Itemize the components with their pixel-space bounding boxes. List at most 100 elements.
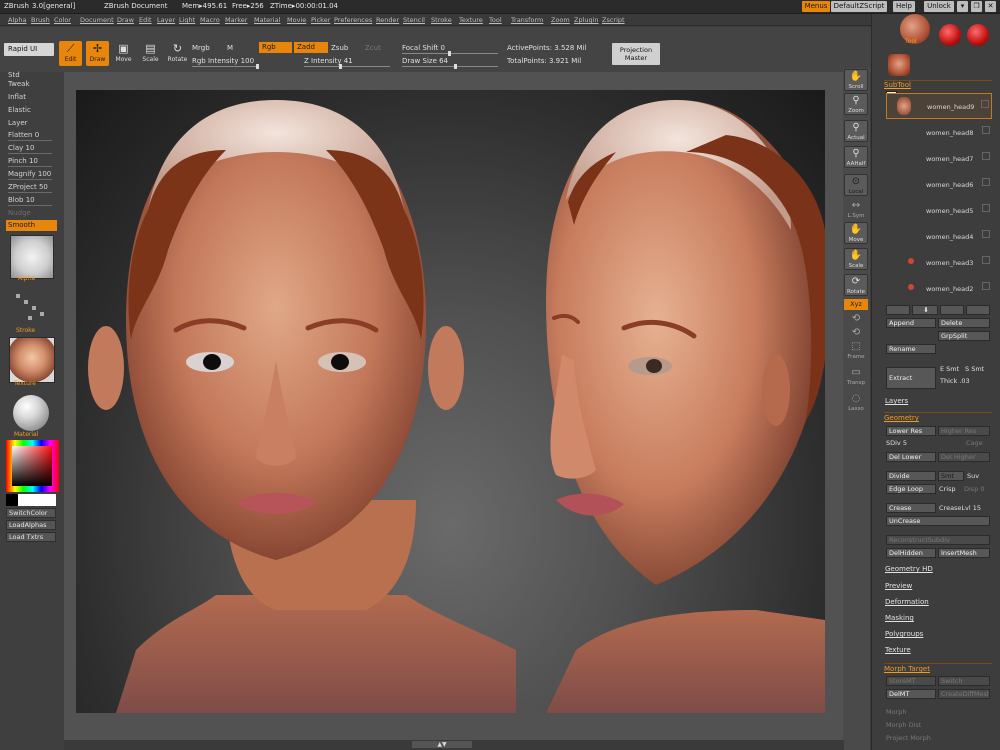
menu-render[interactable]: Render — [376, 16, 399, 24]
menu-texture[interactable]: Texture — [459, 16, 483, 24]
rename-button[interactable]: Rename — [886, 344, 936, 354]
texture-section[interactable]: Texture — [885, 646, 911, 654]
menu-material[interactable]: Material — [254, 16, 280, 24]
menu-brush[interactable]: Brush — [31, 16, 50, 24]
m-button[interactable]: M — [227, 44, 233, 52]
mrgb-button[interactable]: Mrgb — [192, 44, 210, 52]
polygroups-section[interactable]: Polygroups — [885, 630, 923, 638]
document-canvas[interactable] — [76, 90, 825, 713]
close-icon[interactable]: ✕ — [985, 1, 996, 12]
menu-alpha[interactable]: Alpha — [8, 16, 26, 24]
zcut-button[interactable]: Zcut — [365, 44, 381, 52]
menu-zscript[interactable]: Zscript — [602, 16, 625, 24]
y-rotate-icon[interactable]: ⟲ — [844, 312, 868, 326]
brush-zproject[interactable]: ZProject 50 — [8, 183, 48, 191]
texture-thumbnail[interactable] — [9, 337, 55, 383]
del-higher-button[interactable]: Del Higher — [938, 452, 990, 462]
store-mt-button[interactable]: StoreMT — [886, 676, 936, 686]
subtool-row-3[interactable]: women_head7 — [886, 146, 992, 172]
menu-marker[interactable]: Marker — [225, 16, 247, 24]
create-diff-mesh-button[interactable]: CreateDiffMesh — [938, 689, 990, 699]
eye-toggle-icon[interactable] — [981, 100, 989, 108]
layers-section[interactable]: Layers — [885, 397, 908, 405]
s-smt-toggle[interactable]: S Smt — [965, 365, 984, 373]
default-zscript-button[interactable]: DefaultZScript — [831, 1, 887, 12]
crease-level-slider[interactable]: CreaseLvl 15 — [939, 504, 981, 512]
subtool-row-8[interactable]: women_head2 — [886, 276, 992, 302]
actual-button[interactable]: ⚲ Actual — [844, 120, 868, 142]
masking-section[interactable]: Masking — [885, 614, 914, 622]
brush-magnify[interactable]: Magnify 100 — [8, 170, 51, 178]
subtool-row-5[interactable]: women_head5 — [886, 198, 992, 224]
menus-button[interactable]: Menus — [802, 1, 830, 12]
del-lower-button[interactable]: Del Lower — [886, 452, 936, 462]
preview-section[interactable]: Preview — [885, 582, 912, 590]
eye-toggle-icon[interactable] — [982, 256, 990, 264]
menu-macro[interactable]: Macro — [200, 16, 220, 24]
menu-draw[interactable]: Draw — [117, 16, 134, 24]
load-textures-button[interactable]: Load Txtrs — [6, 532, 56, 542]
secondary-color-swatch[interactable] — [18, 494, 56, 506]
shelf-move-button[interactable]: ✋ Move — [844, 222, 868, 244]
scroll-down-button[interactable]: ⬇ — [912, 305, 938, 315]
brush-pinch[interactable]: Pinch 10 — [8, 157, 38, 165]
focal-shift-knob[interactable] — [448, 51, 451, 56]
draw-size-slider[interactable]: Draw Size 64 — [402, 57, 448, 65]
menu-color[interactable]: Color — [54, 16, 71, 24]
collapse-arrows-icon[interactable]: ▲▼ — [412, 741, 472, 748]
move-button[interactable]: ▣ Move — [112, 41, 135, 66]
brush-nudge[interactable]: Nudge — [8, 209, 31, 217]
draw-size-knob[interactable] — [454, 64, 457, 69]
local-button[interactable]: ⊙ Local — [844, 174, 868, 196]
brush-clay[interactable]: Clay 10 — [8, 144, 34, 152]
menu-picker[interactable]: Picker — [311, 16, 330, 24]
menu-layer[interactable]: Layer — [157, 16, 175, 24]
color-picker-square[interactable] — [12, 446, 52, 486]
deformation-section[interactable]: Deformation — [885, 598, 929, 606]
crisp-toggle[interactable]: Crisp — [939, 485, 956, 493]
menu-edit[interactable]: Edit — [139, 16, 152, 24]
unlock-button[interactable]: Unlock — [924, 1, 954, 12]
uncrease-button[interactable]: UnCrease — [886, 516, 990, 526]
morph-slider[interactable]: Morph — [886, 708, 907, 716]
restore-icon[interactable]: ❐ — [971, 1, 982, 12]
menu-zplugin[interactable]: Zplugin — [574, 16, 599, 24]
subtool-row-7[interactable]: women_head3 — [886, 250, 992, 276]
morph-dist-slider[interactable]: Morph Dist — [886, 721, 921, 729]
aahalf-button[interactable]: ⚲ AAHalf — [844, 146, 868, 168]
cage-button[interactable]: Cage — [966, 439, 983, 447]
eye-toggle-icon[interactable] — [982, 204, 990, 212]
disp-slider[interactable]: Disp 0 — [964, 485, 985, 493]
edit-button[interactable]: ⟋ Edit — [59, 41, 82, 66]
subtool-row-6[interactable]: women_head4 — [886, 224, 992, 250]
sphere-tool-thumbnail[interactable] — [939, 24, 961, 46]
menu-tool[interactable]: Tool — [489, 16, 502, 24]
zadd-button[interactable]: Zadd — [294, 42, 328, 53]
sphere-tool-thumbnail-2[interactable] — [967, 24, 989, 46]
morph-target-section[interactable]: Morph Target — [884, 663, 992, 673]
eye-toggle-icon[interactable] — [982, 282, 990, 290]
scroll-end-button[interactable] — [966, 305, 990, 315]
eye-toggle-icon[interactable] — [982, 126, 990, 134]
menu-document[interactable]: Document — [80, 16, 114, 24]
brush-tweak[interactable]: Tweak — [8, 80, 30, 88]
e-smt-toggle[interactable]: E Smt — [940, 365, 959, 373]
stroke-dots-icon[interactable] — [14, 290, 52, 324]
load-alphas-button[interactable]: LoadAlphas — [6, 520, 56, 530]
xyz-button[interactable]: Xyz — [844, 299, 868, 310]
z-intensity-knob[interactable] — [339, 64, 342, 69]
eye-toggle-icon[interactable] — [982, 178, 990, 186]
menu-zoom[interactable]: Zoom — [551, 16, 570, 24]
subtool-row-2[interactable]: women_head8 — [886, 120, 992, 146]
rgb-intensity-slider[interactable]: Rgb Intensity 100 — [192, 57, 254, 65]
lsym-button[interactable]: ↔ L.Sym — [844, 199, 868, 221]
scroll-up-button[interactable] — [886, 305, 910, 315]
rgb-intensity-knob[interactable] — [256, 64, 259, 69]
shelf-scale-button[interactable]: ✋ Scale — [844, 248, 868, 270]
brush-inflat[interactable]: Inflat — [8, 93, 26, 101]
shelf-rotate-button[interactable]: ⟳ Rotate — [844, 274, 868, 296]
project-morph-button[interactable]: Project Morph — [886, 734, 931, 742]
brush-elastic[interactable]: Elastic — [8, 106, 31, 114]
crease-button[interactable]: Crease — [886, 503, 936, 513]
help-button[interactable]: Help — [893, 1, 915, 12]
